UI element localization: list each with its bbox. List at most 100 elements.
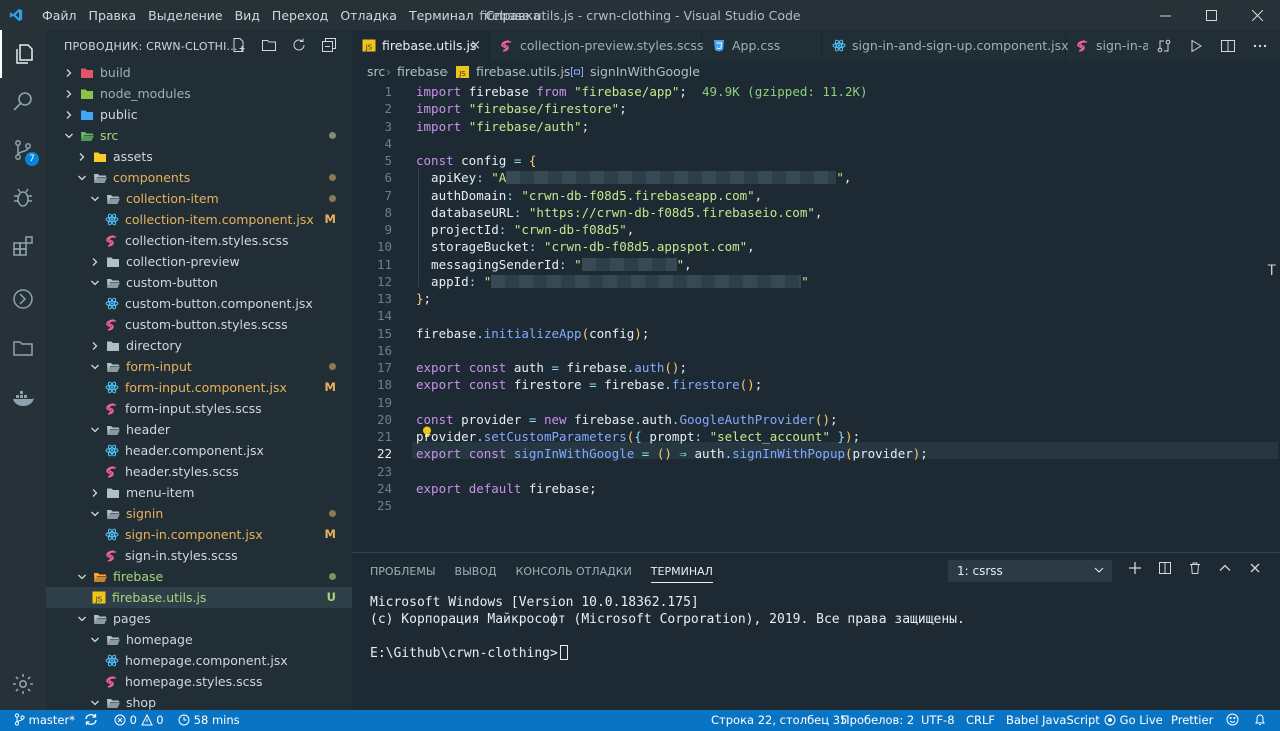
menu-item[interactable]: Выделение (148, 8, 222, 23)
branch-indicator[interactable]: master* (14, 710, 75, 731)
notifications-button[interactable] (1254, 710, 1266, 731)
language-mode[interactable]: Babel JavaScript (1006, 710, 1100, 731)
tree-file[interactable]: custom-button.styles.scss (46, 314, 352, 335)
tree-folder[interactable]: collection-item (46, 188, 352, 209)
editor-tab[interactable]: collection-preview.styles.scss (490, 30, 703, 61)
editor-tab[interactable]: sign-in-and-sign-up.component.jsx (822, 30, 1069, 61)
tree-file[interactable]: custom-button.component.jsx (46, 293, 352, 314)
maximize-panel-button[interactable] (1210, 561, 1240, 575)
panel-tab[interactable]: ПРОБЛЕМЫ (370, 565, 436, 583)
tree-file[interactable]: collection-item.component.jsx M (46, 209, 352, 230)
code-token: { (528, 153, 537, 168)
maximize-button[interactable] (1188, 0, 1234, 30)
tree-file[interactable]: collection-item.styles.scss (46, 230, 352, 251)
new-file-button[interactable] (224, 37, 254, 53)
split-terminal-button[interactable] (1150, 561, 1180, 575)
tree-file[interactable]: form-input.styles.scss (46, 398, 352, 419)
prettier-status[interactable]: Prettier (1171, 710, 1213, 731)
tree-folder[interactable]: collection-preview (46, 251, 352, 272)
activity-settings[interactable] (0, 660, 46, 708)
panel-tab[interactable]: ВЫВОД (455, 565, 497, 583)
breadcrumb-item[interactable]: firebase.utils.js (476, 61, 570, 83)
menu-item[interactable]: Вид (235, 8, 260, 23)
menu-item[interactable]: Правка (89, 8, 137, 23)
activity-search[interactable] (0, 78, 46, 126)
new-folder-button[interactable] (254, 37, 284, 53)
cursor-position[interactable]: Строка 22, столбец 35 (711, 710, 847, 731)
go-live-button[interactable]: Go Live (1104, 710, 1163, 731)
tree-file[interactable]: JS firebase.utils.js U (46, 587, 352, 608)
run-button[interactable] (1180, 38, 1212, 54)
line-ending[interactable]: CRLF (966, 710, 995, 731)
tree-file[interactable]: header.component.jsx (46, 440, 352, 461)
tree-file[interactable]: sign-in.component.jsx M (46, 524, 352, 545)
menu-item[interactable]: Терминал (409, 8, 474, 23)
code-token: export (416, 377, 469, 393)
tree-file[interactable]: homepage.styles.scss (46, 671, 352, 692)
close-panel-button[interactable] (1240, 561, 1270, 575)
problems-indicator[interactable]: 0 0 (114, 710, 164, 731)
terminal-output[interactable]: Microsoft Windows [Version 10.0.18362.17… (370, 595, 965, 662)
minimize-button[interactable] (1142, 0, 1188, 30)
menu-item[interactable]: Отладка (340, 8, 397, 23)
menu-item[interactable]: Файл (42, 8, 77, 23)
activity-extensions[interactable] (0, 222, 46, 270)
tab-close-button[interactable]: × (470, 30, 481, 61)
activity-source-control[interactable]: 7 (0, 126, 46, 174)
tree-folder[interactable]: shop (46, 692, 352, 710)
open-changes-button[interactable] (1148, 38, 1180, 54)
breadcrumb-item[interactable]: src (367, 61, 385, 83)
panel-tab[interactable]: ТЕРМИНАЛ (650, 565, 713, 583)
breadcrumb-item[interactable]: signInWithGoogle (590, 61, 700, 83)
menu-item[interactable]: Справка (486, 8, 541, 23)
kill-terminal-button[interactable] (1180, 561, 1210, 575)
tree-folder[interactable]: menu-item (46, 482, 352, 503)
tree-folder[interactable]: header (46, 419, 352, 440)
tree-file[interactable]: header.styles.scss (46, 461, 352, 482)
encoding[interactable]: UTF-8 (921, 710, 955, 731)
tree-folder[interactable]: node_modules (46, 83, 352, 104)
editor-tab[interactable]: sign-in-a (1066, 30, 1148, 61)
tree-folder[interactable]: src (46, 125, 352, 146)
feedback-button[interactable] (1226, 710, 1239, 731)
more-actions-button[interactable] (1244, 38, 1276, 54)
sync-button[interactable] (84, 710, 98, 731)
tree-folder[interactable]: public (46, 104, 352, 125)
session-timer[interactable]: 58 mins (178, 710, 240, 731)
activity-explorer[interactable] (0, 30, 46, 78)
collapse-all-button[interactable] (314, 37, 344, 53)
activity-docker[interactable] (0, 374, 46, 422)
editor-tab[interactable]: JS firebase.utils.js × (352, 30, 490, 61)
breadcrumb-item[interactable]: firebase (397, 61, 447, 83)
menu-item[interactable]: Переход (272, 8, 328, 23)
terminal-select[interactable]: 1: csrss (948, 560, 1112, 582)
tree-folder[interactable]: assets (46, 146, 352, 167)
panel-tab[interactable]: КОНСОЛЬ ОТЛАДКИ (516, 565, 632, 583)
editor-tab[interactable]: App.css (702, 30, 822, 61)
tree-folder[interactable]: components (46, 167, 352, 188)
indentation[interactable]: Пробелов: 2 (841, 710, 914, 731)
tree-folder[interactable]: build (46, 62, 352, 83)
tree-folder[interactable]: form-input (46, 356, 352, 377)
activity-remote[interactable] (0, 275, 46, 323)
tree-file[interactable]: form-input.component.jsx M (46, 377, 352, 398)
tree-folder[interactable]: firebase (46, 566, 352, 587)
chevron-right-icon (66, 69, 72, 77)
close-window-button[interactable] (1234, 0, 1280, 30)
tree-folder[interactable]: homepage (46, 629, 352, 650)
tree-folder[interactable]: custom-button (46, 272, 352, 293)
tree-folder[interactable]: pages (46, 608, 352, 629)
split-editor-button[interactable] (1212, 38, 1244, 54)
activity-folder[interactable] (0, 324, 46, 372)
tree-file[interactable]: homepage.component.jsx (46, 650, 352, 671)
tree-file[interactable]: sign-in.styles.scss (46, 545, 352, 566)
activity-debug[interactable] (0, 174, 46, 222)
new-terminal-button[interactable] (1120, 561, 1150, 575)
tree-folder[interactable]: directory (46, 335, 352, 356)
split-terminal-icon (1159, 562, 1171, 574)
refresh-button[interactable] (284, 37, 314, 53)
tree-item-label: firebase (113, 569, 164, 584)
tree-folder[interactable]: signin (46, 503, 352, 524)
bottom-panel: ПРОБЛЕМЫ ВЫВОД КОНСОЛЬ ОТЛАДКИ ТЕРМИНАЛ 1: … (352, 552, 1280, 710)
code-editor[interactable]: Ꭲ 1 import firebase from "firebase/app"; … (352, 83, 1280, 552)
